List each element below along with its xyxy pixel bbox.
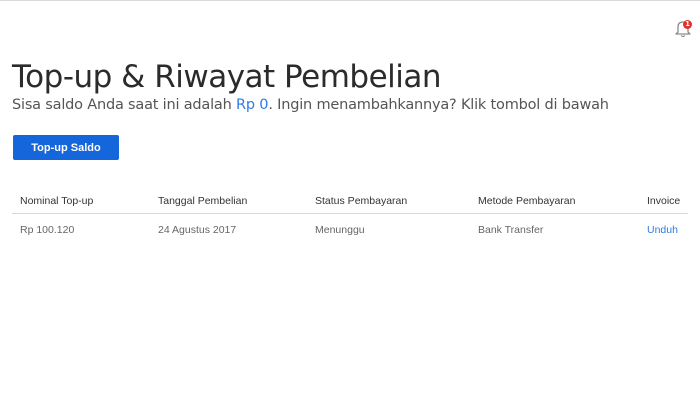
purchase-history-table: Nominal Top-up Tanggal Pembelian Status …	[12, 187, 688, 244]
header-method: Metode Pembayaran	[478, 195, 576, 207]
topup-balance-button[interactable]: Top-up Saldo	[13, 135, 119, 160]
balance-amount: Rp 0	[236, 97, 269, 113]
page-title: Top-up & Riwayat Pembelian	[12, 59, 442, 95]
page: 1 Top-up & Riwayat Pembelian Sisa saldo …	[0, 0, 700, 400]
table-row: Rp 100.120 24 Agustus 2017 Menunggu Bank…	[12, 214, 688, 244]
cell-method: Bank Transfer	[478, 224, 544, 236]
table-header: Nominal Top-up Tanggal Pembelian Status …	[12, 187, 688, 214]
header-status: Status Pembayaran	[315, 195, 408, 207]
cell-date: 24 Agustus 2017	[158, 224, 237, 236]
header-invoice: Invoice	[647, 195, 681, 207]
subtitle-suffix: . Ingin menambahkannya? Klik tombol di b…	[268, 97, 609, 113]
cell-nominal: Rp 100.120	[20, 224, 75, 236]
subtitle-prefix: Sisa saldo Anda saat ini adalah	[12, 97, 237, 113]
download-invoice-link[interactable]: Unduh	[647, 224, 678, 236]
header-date: Tanggal Pembelian	[158, 195, 248, 207]
notification-bell-button[interactable]: 1	[672, 17, 694, 39]
balance-info: Sisa saldo Anda saat ini adalah Rp 0. In…	[12, 97, 609, 113]
cell-status: Menunggu	[315, 224, 365, 236]
header-nominal: Nominal Top-up	[20, 195, 94, 207]
bell-icon	[675, 21, 691, 38]
notification-badge: 1	[683, 20, 692, 29]
